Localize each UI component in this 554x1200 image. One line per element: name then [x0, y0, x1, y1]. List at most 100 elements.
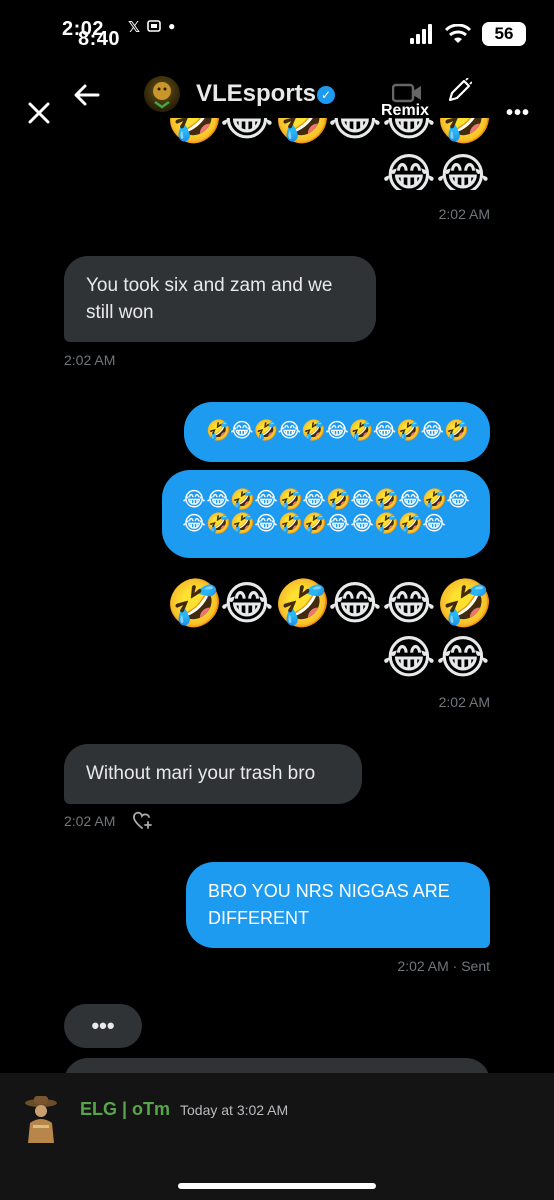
laugh-emoji: 🤣 [374, 489, 399, 511]
emoji-row: 🤣 😂 🤣 😂 😂 🤣 [164, 576, 494, 630]
emoji-line: 😂 🤣 🤣 😂 🤣 🤣 😂 😂 🤣 🤣 😂 [182, 512, 470, 536]
laugh-emoji: 🤣 [443, 420, 469, 442]
laugh-emoji: 🤣 [278, 489, 303, 511]
outgoing-message-bubble[interactable]: 😂 😂 🤣 😂 🤣 😂 🤣 😂 🤣 😂 🤣 😂 😂 🤣 🤣 😂 🤣 🤣 😂 😂 🤣 🤣 😂 [162, 470, 490, 558]
laugh-emoji: 😂 [436, 631, 490, 683]
message-timestamp: 2:02 AM [64, 813, 116, 829]
status-right-icons: 56 [410, 22, 526, 46]
outgoing-message-bubble[interactable]: BRO YOU NRS NIGGAS ARE DIFFERENT [186, 862, 490, 948]
discord-user-avatar[interactable] [22, 1093, 60, 1145]
message-text-line: BRO YOU NRS NIGGAS ARE [208, 881, 450, 901]
laugh-emoji: 😂 [182, 513, 206, 535]
laugh-emoji: 🤣 [398, 513, 423, 535]
outgoing-message-bubble[interactable]: 🤣 😂 🤣 😂 🤣 😂 🤣 😂 🤣 😂 🤣 [184, 402, 490, 462]
laugh-emoji: 🤣 [436, 577, 494, 629]
typing-indicator: ••• [64, 1004, 142, 1048]
pencil-edit-icon[interactable] [446, 78, 472, 104]
laugh-emoji: 😂 [350, 489, 374, 511]
wifi-icon [444, 24, 472, 43]
back-arrow-icon[interactable] [72, 80, 102, 110]
signal-icon [410, 24, 432, 44]
laugh-emoji: 🤣 [253, 420, 279, 442]
more-options-button[interactable]: ••• [506, 102, 530, 125]
video-call-icon[interactable] [392, 82, 422, 104]
laugh-emoji: 🤣 [302, 513, 327, 535]
laugh-emoji: 😂 [254, 513, 278, 535]
laugh-emoji: 😂 [420, 420, 444, 442]
message-timestamp: 2:02 AM [438, 206, 490, 222]
laugh-emoji: 😂 [302, 489, 326, 511]
verified-badge-icon: ✓ [317, 86, 335, 104]
emoji-row-partial: 🤣 😂 🤣 😂 😂 🤣 [170, 118, 490, 146]
laugh-emoji: 😂 [382, 577, 436, 629]
laugh-emoji: 😂 [382, 118, 436, 145]
message-text-line: You took six and zam and we [86, 275, 333, 296]
laugh-emoji: 😂 [328, 577, 382, 629]
laugh-emoji: 🤣 [348, 420, 374, 442]
add-reaction-heart-icon[interactable] [132, 811, 154, 831]
laugh-emoji: 😂 [206, 489, 230, 511]
laugh-emoji: 😂 [372, 420, 397, 442]
emoji-row: 😂 😂 [164, 630, 490, 684]
laugh-emoji: 😂 [398, 489, 422, 511]
laugh-emoji: 😂 [325, 420, 349, 442]
typing-dots: ••• [91, 1013, 115, 1038]
laugh-emoji: 😂 [328, 118, 382, 145]
status-time: 8:40 [78, 28, 121, 50]
laugh-emoji: 😂 [436, 149, 490, 190]
laugh-emoji: 🤣 [436, 118, 490, 145]
emoji-row: 😂 😂 [382, 148, 490, 190]
message-text-line: still won [86, 302, 154, 323]
discord-message-bar [0, 1073, 554, 1200]
laugh-emoji: 🤣 [230, 489, 255, 511]
avatar[interactable] [144, 76, 180, 112]
emoji-message-cluster[interactable]: 🤣 😂 🤣 😂 😂 🤣 😂 😂 [170, 118, 490, 190]
home-indicator[interactable] [178, 1183, 376, 1189]
laugh-emoji: 🤣 [422, 489, 447, 511]
laugh-emoji: 🤣 [326, 489, 351, 511]
emoji-line: 🤣 😂 🤣 😂 🤣 😂 🤣 😂 🤣 😂 🤣 [206, 419, 469, 443]
laugh-emoji: 😂 [254, 489, 278, 511]
laugh-emoji: 🤣 [374, 513, 399, 535]
notification-dot-icon: ● [168, 19, 176, 33]
laugh-emoji: 🤣 [274, 577, 332, 629]
laugh-emoji: 😂 [422, 513, 446, 535]
incoming-message-bubble[interactable]: You took six and zam and we still won [64, 256, 376, 342]
conversation-title[interactable]: VLEsports [196, 80, 316, 108]
message-timestamp: 2:02 AM [438, 694, 490, 710]
laugh-emoji: 😂 [182, 489, 206, 511]
laugh-emoji: 😂 [350, 513, 374, 535]
laugh-emoji: 😂 [326, 513, 350, 535]
screenshot-icon [146, 18, 162, 39]
laugh-emoji: 😂 [220, 577, 274, 629]
emoji-line: 😂 😂 🤣 😂 🤣 😂 🤣 😂 🤣 😂 🤣 😂 [182, 488, 470, 512]
lion-logo-icon [153, 82, 171, 109]
laugh-emoji: 😂 [446, 489, 470, 511]
laugh-emoji: 😂 [277, 420, 302, 442]
laugh-emoji: 🤣 [301, 420, 327, 442]
battery-indicator: 56 [482, 22, 526, 46]
message-timestamp: 2:02 AM [64, 352, 116, 368]
message-timestamp-sent: 2:02 AM · Sent [397, 958, 490, 974]
laugh-emoji: 😂 [230, 420, 254, 442]
close-icon[interactable] [22, 96, 56, 130]
discord-timestamp: Today at 3:02 AM [180, 1102, 289, 1118]
x-logo-icon: 𝕏 [128, 19, 141, 36]
laugh-emoji: 🤣 [206, 513, 231, 535]
status-left-icons: 𝕏 ● [128, 18, 175, 39]
message-text-line: Without mari your trash bro [86, 763, 316, 784]
laugh-emoji: 🤣 [230, 513, 255, 535]
laugh-emoji: 😂 [220, 118, 274, 145]
discord-username[interactable]: ELG | oTm [80, 1099, 170, 1120]
laugh-emoji: 🤣 [166, 577, 224, 629]
laugh-emoji: 🤣 [206, 420, 231, 442]
laugh-emoji: 😂 [382, 631, 436, 683]
incoming-message-bubble[interactable]: Without mari your trash bro [64, 744, 362, 804]
laugh-emoji: 🤣 [170, 118, 224, 145]
message-text-line: DIFFERENT [208, 908, 309, 928]
laugh-emoji: 😂 [382, 149, 436, 190]
laugh-emoji: 🤣 [396, 420, 422, 442]
laugh-emoji: 🤣 [274, 118, 332, 145]
emoji-message-cluster[interactable]: 🤣 😂 🤣 😂 😂 🤣 😂 😂 [164, 576, 494, 686]
laugh-emoji: 🤣 [278, 513, 303, 535]
